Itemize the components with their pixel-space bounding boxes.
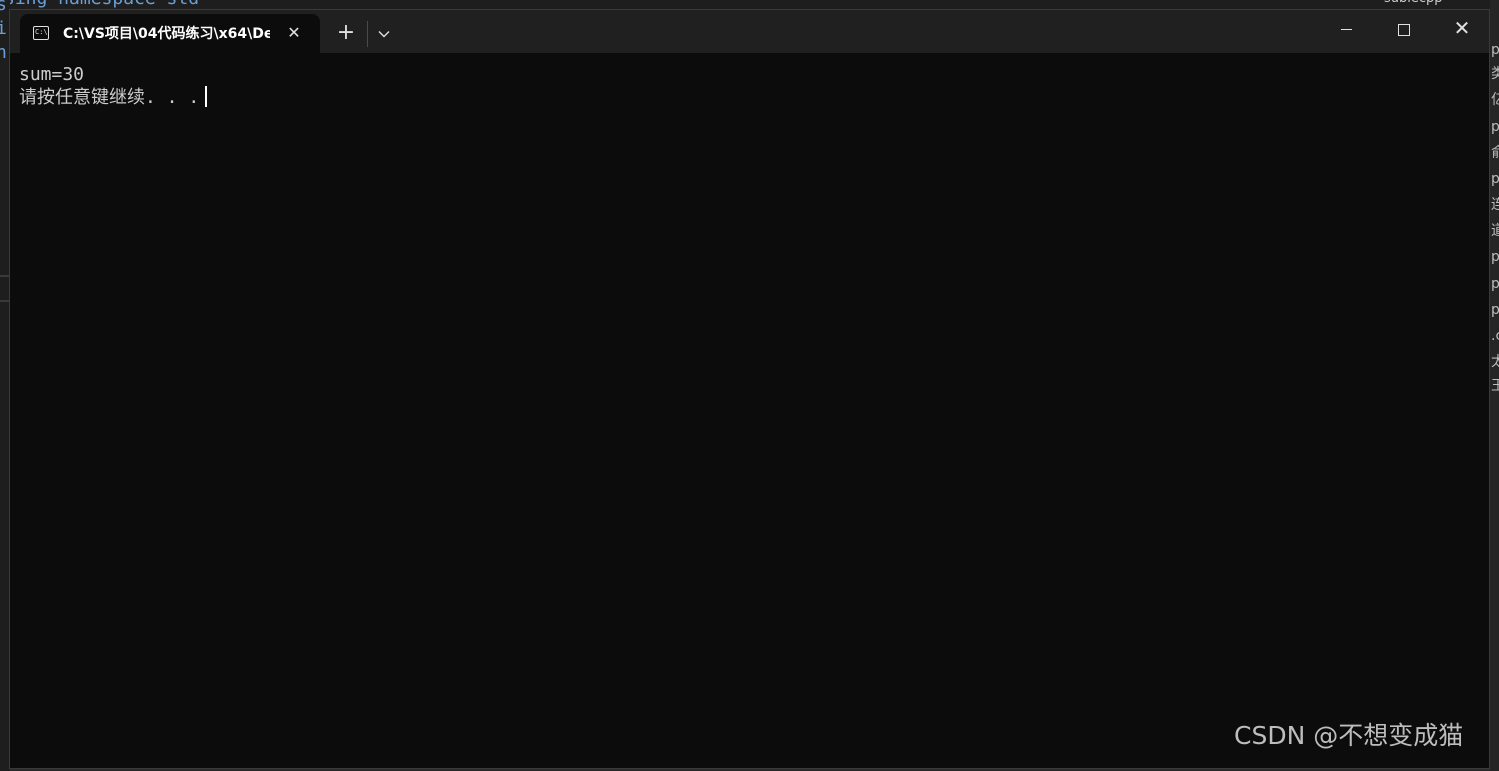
maximize-button[interactable] — [1375, 10, 1433, 47]
background-solution-explorer: p 类 亿 p 俞 p 连 道 p p p .c 太 王 — [1490, 0, 1499, 771]
background-code-fragment: sing namespace std — [4, 0, 199, 9]
background-file-label: sublecpp — [1384, 0, 1443, 6]
maximize-icon — [1398, 23, 1410, 36]
background-text: 类 — [1491, 66, 1499, 82]
tab-console[interactable]: C:\ C:\VS项目\04代码练习\x64\De ✕ — [20, 14, 320, 53]
console-line: sum=30 — [19, 64, 85, 85]
background-text: p — [1491, 42, 1499, 58]
tab-divider — [367, 21, 368, 47]
minimize-icon — [1340, 29, 1352, 30]
tab-title: C:\VS项目\04代码练习\x64\De — [63, 26, 270, 42]
background-text: 道 — [1491, 223, 1499, 239]
background-text: .c — [1491, 328, 1499, 344]
background-code-fragment: i — [0, 18, 7, 39]
console-line: 请按任意键继续. . . — [19, 87, 200, 108]
background-text: 连 — [1491, 197, 1499, 213]
console-output[interactable]: sum=30 请按任意键继续. . . — [19, 63, 1469, 109]
console-line-prompt: 请按任意键继续. . . — [19, 86, 1469, 109]
background-text: 太 — [1491, 354, 1499, 370]
background-text: 亿 — [1491, 92, 1499, 108]
console-icon: C:\ — [33, 26, 49, 40]
title-bar[interactable]: C:\ C:\VS项目\04代码练习\x64\De ✕ + ✕ — [10, 10, 1489, 53]
background-code-fragment: n — [0, 42, 7, 63]
background-code-fragment: s — [0, 0, 7, 15]
watermark: CSDN @不想变成猫 — [1234, 721, 1464, 750]
background-text: 俞 — [1491, 145, 1499, 161]
background-text: p — [1491, 249, 1499, 265]
terminal-window: C:\ C:\VS项目\04代码练习\x64\De ✕ + ✕ sum=30 请… — [9, 9, 1490, 769]
background-text: p — [1491, 119, 1499, 135]
text-cursor — [205, 86, 208, 107]
background-text: 王 — [1491, 378, 1499, 394]
background-text: p — [1491, 302, 1499, 318]
chevron-down-icon — [378, 31, 390, 38]
close-window-button[interactable]: ✕ — [1433, 10, 1491, 47]
background-text: p — [1491, 171, 1499, 187]
new-tab-button[interactable]: + — [330, 18, 362, 50]
background-text: p — [1491, 276, 1499, 292]
minimize-button[interactable] — [1317, 10, 1375, 47]
tab-dropdown-button[interactable] — [370, 18, 398, 50]
close-tab-button[interactable]: ✕ — [284, 23, 304, 43]
